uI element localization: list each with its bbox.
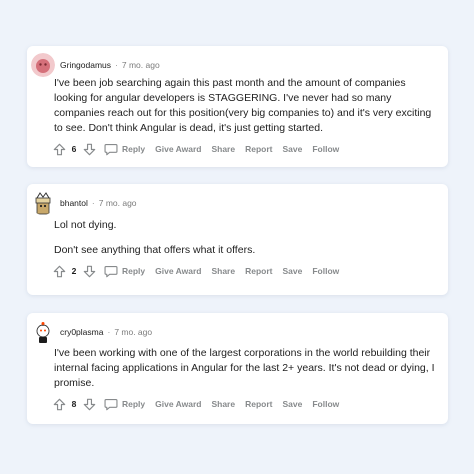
separator: · bbox=[115, 60, 118, 70]
vote-score: 8 bbox=[71, 399, 77, 409]
report-button[interactable]: Report bbox=[245, 144, 272, 154]
separator: · bbox=[91, 198, 95, 208]
follow-button[interactable]: Follow bbox=[312, 266, 339, 276]
comment-header: bhantol · 7 mo. ago bbox=[31, 191, 137, 215]
reply-label: Reply bbox=[122, 266, 146, 276]
reply-button[interactable]: Reply bbox=[104, 397, 145, 411]
timestamp[interactable]: 7 mo. ago bbox=[122, 60, 160, 70]
reply-label: Reply bbox=[122, 144, 146, 154]
timestamp[interactable]: 7 mo. ago bbox=[99, 198, 137, 208]
downvote-arrow-icon[interactable] bbox=[82, 397, 96, 411]
save-button[interactable]: Save bbox=[282, 266, 302, 276]
comment-paragraph: Lol not dying. bbox=[54, 219, 117, 231]
give-award-button[interactable]: Give Award bbox=[155, 266, 201, 276]
comment-bubble-icon bbox=[104, 264, 118, 278]
comment-bubble-icon bbox=[104, 142, 118, 156]
user-avatar[interactable] bbox=[31, 53, 55, 77]
comment-header: cry0plasma · 7 mo. ago bbox=[31, 320, 152, 344]
upvote-arrow-icon[interactable] bbox=[52, 264, 66, 278]
user-avatar[interactable] bbox=[31, 191, 55, 215]
comment-header: Gringodamus · 7 mo. ago bbox=[31, 53, 160, 77]
comment-card: cry0plasma · 7 mo. ago I've been working… bbox=[27, 313, 448, 424]
upvote-arrow-icon[interactable] bbox=[52, 142, 66, 156]
vote-score: 6 bbox=[71, 144, 77, 154]
comment-paragraph: I've been working with one of the larges… bbox=[54, 347, 435, 389]
username[interactable]: Gringodamus bbox=[60, 60, 111, 70]
user-avatar[interactable] bbox=[31, 320, 55, 344]
comment-actions: 2 Reply Give Award Share Report Save Fol… bbox=[52, 263, 339, 279]
comment-body: I've been working with one of the larges… bbox=[54, 346, 436, 391]
vote-score: 2 bbox=[71, 266, 77, 276]
comment-paragraph: Don't see anything that offers what it o… bbox=[54, 244, 256, 256]
comment-body: Lol not dying. Don't see anything that o… bbox=[54, 218, 436, 258]
comment-card: bhantol · 7 mo. ago Lol not dying. Don't… bbox=[27, 184, 448, 295]
give-award-button[interactable]: Give Award bbox=[155, 399, 201, 409]
comment-body: I've been job searching again this past … bbox=[54, 76, 436, 136]
save-button[interactable]: Save bbox=[282, 144, 302, 154]
report-button[interactable]: Report bbox=[245, 399, 272, 409]
reply-button[interactable]: Reply bbox=[104, 264, 145, 278]
comment-paragraph: I've been job searching again this past … bbox=[54, 77, 432, 134]
comment-actions: 8 Reply Give Award Share Report Save Fol… bbox=[52, 396, 339, 412]
follow-button[interactable]: Follow bbox=[312, 399, 339, 409]
comment-actions: 6 Reply Give Award Share Report Save Fol… bbox=[52, 141, 339, 157]
report-button[interactable]: Report bbox=[245, 266, 272, 276]
separator: · bbox=[107, 327, 111, 337]
downvote-arrow-icon[interactable] bbox=[82, 264, 96, 278]
save-button[interactable]: Save bbox=[282, 399, 302, 409]
comment-bubble-icon bbox=[104, 397, 118, 411]
reply-button[interactable]: Reply bbox=[104, 142, 145, 156]
give-award-button[interactable]: Give Award bbox=[155, 144, 201, 154]
reply-label: Reply bbox=[122, 399, 146, 409]
share-button[interactable]: Share bbox=[211, 144, 235, 154]
username[interactable]: cry0plasma bbox=[60, 327, 103, 337]
follow-button[interactable]: Follow bbox=[312, 144, 339, 154]
comment-card: Gringodamus · 7 mo. ago I've been job se… bbox=[27, 46, 448, 167]
upvote-arrow-icon[interactable] bbox=[52, 397, 66, 411]
timestamp[interactable]: 7 mo. ago bbox=[114, 327, 152, 337]
username[interactable]: bhantol bbox=[60, 198, 88, 208]
share-button[interactable]: Share bbox=[211, 399, 235, 409]
downvote-arrow-icon[interactable] bbox=[82, 142, 96, 156]
share-button[interactable]: Share bbox=[211, 266, 235, 276]
